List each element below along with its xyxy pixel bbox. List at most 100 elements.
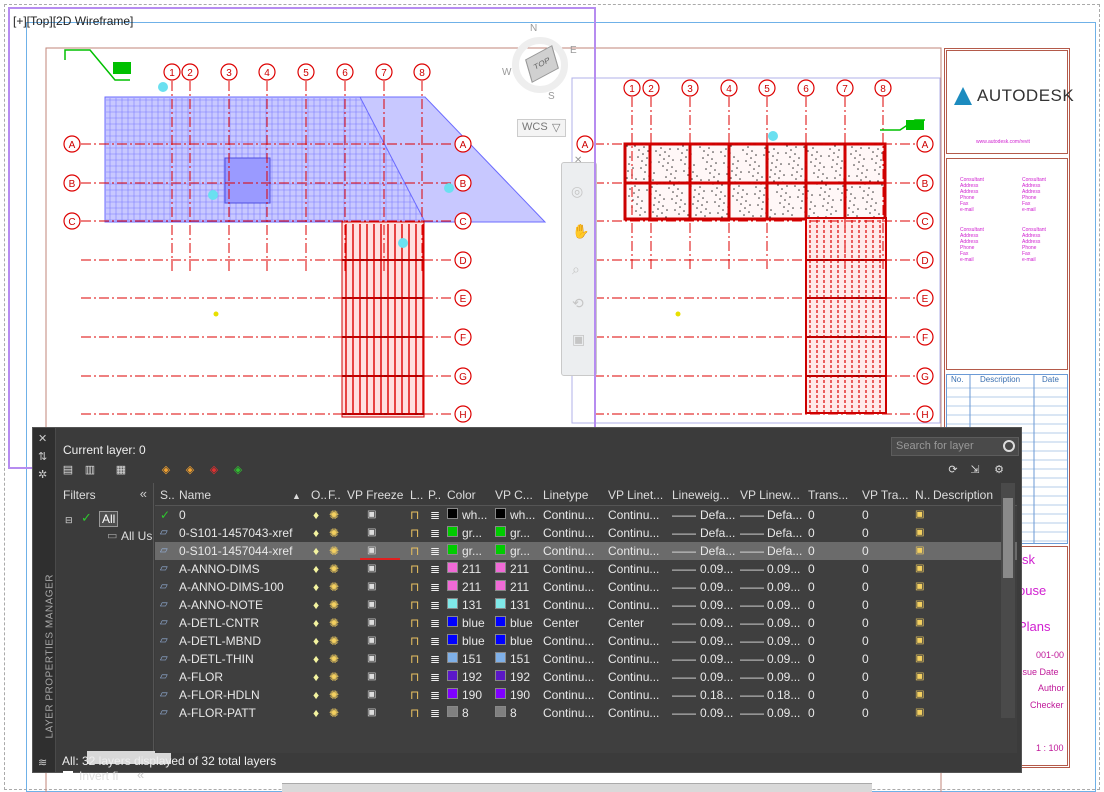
vp-freeze-icon[interactable]: ▣: [367, 599, 376, 610]
vp-color-swatch[interactable]: [495, 688, 506, 699]
layer-vp-lineweight[interactable]: 0.09...: [767, 634, 800, 648]
lightbulb-icon[interactable]: ♦: [313, 688, 319, 702]
col-new-vp-freeze[interactable]: N..: [915, 488, 930, 502]
color-swatch[interactable]: [447, 580, 458, 591]
layer-name[interactable]: A-ANNO-DIMS: [179, 562, 260, 576]
layer-vp-lineweight[interactable]: Defa...: [767, 544, 802, 558]
layer-vp-transparency[interactable]: 0: [862, 652, 869, 666]
color-swatch[interactable]: [447, 652, 458, 663]
layer-name[interactable]: 0-S101-1457043-xref: [179, 526, 292, 540]
layer-name[interactable]: A-DETL-MBND: [179, 634, 261, 648]
layer-vp-linetype[interactable]: Continu...: [608, 562, 659, 576]
layer-lineweight[interactable]: Defa...: [700, 544, 735, 558]
layer-row[interactable]: ▱ A-DETL-CNTR ♦ ✺ ▣ ⊓ ≣ blue blue Center…: [155, 614, 1017, 632]
vp-color-swatch[interactable]: [495, 598, 506, 609]
layer-vp-linetype[interactable]: Continu...: [608, 598, 659, 612]
vp-color-swatch[interactable]: [495, 634, 506, 645]
layer-name[interactable]: A-ANNO-NOTE: [179, 598, 263, 612]
vp-freeze-icon[interactable]: ▣: [367, 689, 376, 700]
layer-list-vertical-scrollbar[interactable]: [1001, 483, 1015, 718]
layer-color[interactable]: 211: [462, 562, 481, 576]
lightbulb-icon[interactable]: ♦: [313, 508, 319, 522]
col-status[interactable]: S..: [160, 488, 175, 502]
sun-icon[interactable]: ✺: [329, 544, 339, 558]
layer-lineweight[interactable]: Defa...: [700, 526, 735, 540]
vp-color-swatch[interactable]: [495, 706, 506, 717]
layer-vp-color[interactable]: 131: [510, 598, 530, 612]
col-vp-transparency[interactable]: VP Tra...: [862, 488, 908, 502]
color-swatch[interactable]: [447, 706, 458, 717]
lock-icon[interactable]: ⊓: [410, 688, 419, 702]
close-icon[interactable]: ✕: [38, 432, 47, 445]
new-vp-freeze-icon[interactable]: ▣: [915, 671, 924, 682]
sun-icon[interactable]: ✺: [329, 706, 339, 720]
layer-transparency[interactable]: 0: [808, 562, 815, 576]
layer-name[interactable]: A-ANNO-DIMS-100: [179, 580, 284, 594]
layer-transparency[interactable]: 0: [808, 688, 815, 702]
layer-vp-linetype[interactable]: Continu...: [608, 508, 659, 522]
lock-icon[interactable]: ⊓: [410, 544, 419, 558]
layer-vp-color[interactable]: blue: [510, 616, 533, 630]
layer-vp-linetype[interactable]: Continu...: [608, 652, 659, 666]
col-vp-color[interactable]: VP C...: [495, 488, 533, 502]
sun-icon[interactable]: ✺: [329, 508, 339, 522]
color-swatch[interactable]: [447, 670, 458, 681]
layer-transparency[interactable]: 0: [808, 634, 815, 648]
layer-vp-color[interactable]: 190: [510, 688, 530, 702]
layer-vp-transparency[interactable]: 0: [862, 706, 869, 720]
vp-freeze-icon[interactable]: ▣: [367, 617, 376, 628]
layer-vp-linetype[interactable]: Continu...: [608, 688, 659, 702]
vp-color-swatch[interactable]: [495, 616, 506, 627]
layer-name[interactable]: 0: [179, 508, 186, 522]
col-transparency[interactable]: Trans...: [808, 488, 848, 502]
vp-color-swatch[interactable]: [495, 580, 506, 591]
layer-transparency[interactable]: 0: [808, 616, 815, 630]
layer-name[interactable]: A-DETL-CNTR: [179, 616, 259, 630]
layer-vp-lineweight[interactable]: 0.09...: [767, 652, 800, 666]
vp-freeze-icon[interactable]: ▣: [367, 545, 376, 556]
col-lineweight[interactable]: Lineweig...: [672, 488, 729, 502]
layer-transparency[interactable]: 0: [808, 706, 815, 720]
vp-freeze-icon[interactable]: ▣: [367, 635, 376, 646]
layer-vp-lineweight[interactable]: 0.09...: [767, 616, 800, 630]
drawing-canvas[interactable]: 12345678AABBCCDEFGH 12345678AABBCCDEFGH …: [0, 0, 1104, 792]
lock-icon[interactable]: ⊓: [410, 616, 419, 630]
vp-freeze-icon[interactable]: ▣: [367, 671, 376, 682]
lock-icon[interactable]: ⊓: [410, 580, 419, 594]
sun-icon[interactable]: ✺: [329, 598, 339, 612]
col-vp-linetype[interactable]: VP Linet...: [608, 488, 663, 502]
new-vp-frozen-layer-icon[interactable]: ◈: [182, 463, 198, 477]
new-vp-freeze-icon[interactable]: ▣: [915, 563, 924, 574]
layer-linetype[interactable]: Continu...: [543, 544, 594, 558]
col-plot[interactable]: P..: [428, 488, 441, 502]
layer-vp-color[interactable]: gr...: [510, 544, 530, 558]
collapse-icon[interactable]: «: [140, 486, 147, 501]
layer-row[interactable]: ▱ 0-S101-1457044-xref ♦ ✺ ▣ ⊓ ≣ gr... gr…: [155, 542, 1017, 560]
new-vp-freeze-icon[interactable]: ▣: [915, 635, 924, 646]
layer-linetype[interactable]: Continu...: [543, 706, 594, 720]
filter-all-used[interactable]: All Us: [121, 529, 152, 543]
lightbulb-icon[interactable]: ♦: [313, 526, 319, 540]
new-vp-freeze-icon[interactable]: ▣: [915, 599, 924, 610]
layer-vp-color[interactable]: 211: [510, 580, 529, 594]
layer-row[interactable]: ▱ A-DETL-MBND ♦ ✺ ▣ ⊓ ≣ blue blue Contin…: [155, 632, 1017, 650]
layer-row[interactable]: ▱ A-DETL-THIN ♦ ✺ ▣ ⊓ ≣ 151 151 Continu.…: [155, 650, 1017, 668]
layer-linetype[interactable]: Continu...: [543, 652, 594, 666]
printer-icon[interactable]: ≣: [430, 652, 440, 666]
layer-vp-lineweight[interactable]: 0.09...: [767, 706, 800, 720]
new-vp-freeze-icon[interactable]: ▣: [915, 509, 924, 520]
sun-icon[interactable]: ✺: [329, 652, 339, 666]
layer-lineweight[interactable]: 0.09...: [700, 652, 733, 666]
new-vp-freeze-icon[interactable]: ▣: [915, 689, 924, 700]
new-vp-freeze-icon[interactable]: ▣: [915, 617, 924, 628]
layer-linetype[interactable]: Continu...: [543, 634, 594, 648]
col-on[interactable]: O..: [311, 488, 327, 502]
tree-collapse-icon[interactable]: ⊟: [65, 515, 73, 526]
layer-name[interactable]: A-FLOR: [179, 670, 223, 684]
layer-vp-color[interactable]: 211: [510, 562, 529, 576]
lightbulb-icon[interactable]: ♦: [313, 616, 319, 630]
vp-freeze-icon[interactable]: ▣: [367, 509, 376, 520]
layer-linetype[interactable]: Center: [543, 616, 579, 630]
layer-transparency[interactable]: 0: [808, 670, 815, 684]
layer-lineweight[interactable]: 0.09...: [700, 562, 733, 576]
